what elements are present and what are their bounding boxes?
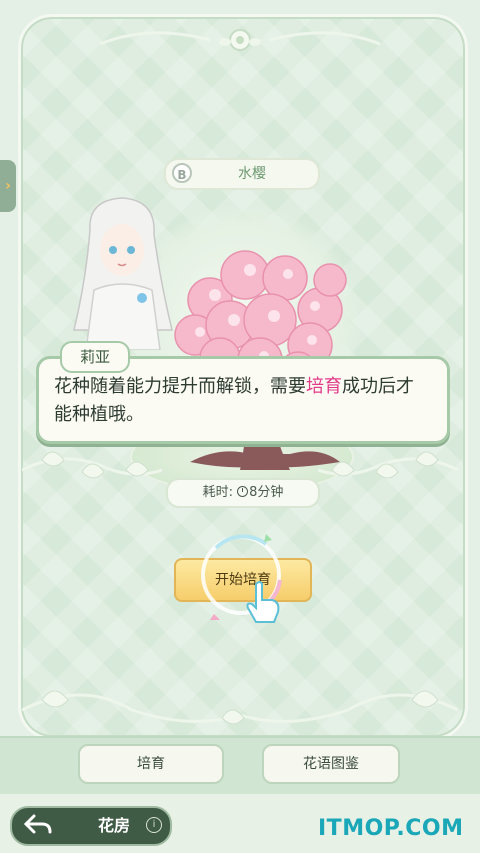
leaf-vine-left <box>22 451 162 479</box>
dialog-text-part: 花种随着能力提升而解锁，需要 <box>54 376 306 397</box>
leaf-vine-right <box>318 451 458 479</box>
back-arrow-icon <box>23 814 52 834</box>
grade-badge: B <box>172 163 192 183</box>
start-cultivate-button[interactable]: 开始培育 <box>174 558 312 602</box>
greenhouse-label: 花房 <box>98 816 131 835</box>
info-icon[interactable]: i <box>146 817 162 833</box>
time-label: 耗时: <box>202 485 233 500</box>
flower-title-bar: B 水樱 <box>164 158 320 190</box>
tab-cultivate[interactable]: 培育 <box>78 744 224 784</box>
dialog-highlight: 培育 <box>306 376 342 397</box>
time-cost-pill: 耗时: 8分钟 <box>166 478 320 508</box>
site-watermark: ITMOP.COM <box>318 816 464 841</box>
dialog-text: 花种随着能力提升而解锁，需要培育成功后才能种植哦。 <box>54 373 425 429</box>
side-expand-tab[interactable]: › <box>0 160 16 212</box>
back-to-greenhouse-button[interactable]: 花房 i <box>10 806 172 846</box>
tab-flower-encyclopedia[interactable]: 花语图鉴 <box>262 744 400 784</box>
clock-icon <box>237 486 249 497</box>
time-value: 8分钟 <box>249 485 284 500</box>
character-lia-portrait <box>73 197 173 350</box>
flower-name: 水樱 <box>238 166 266 182</box>
bottom-tab-bar <box>0 736 480 796</box>
top-floral-ornament <box>99 29 381 51</box>
speaker-name: 莉亚 <box>60 341 130 373</box>
